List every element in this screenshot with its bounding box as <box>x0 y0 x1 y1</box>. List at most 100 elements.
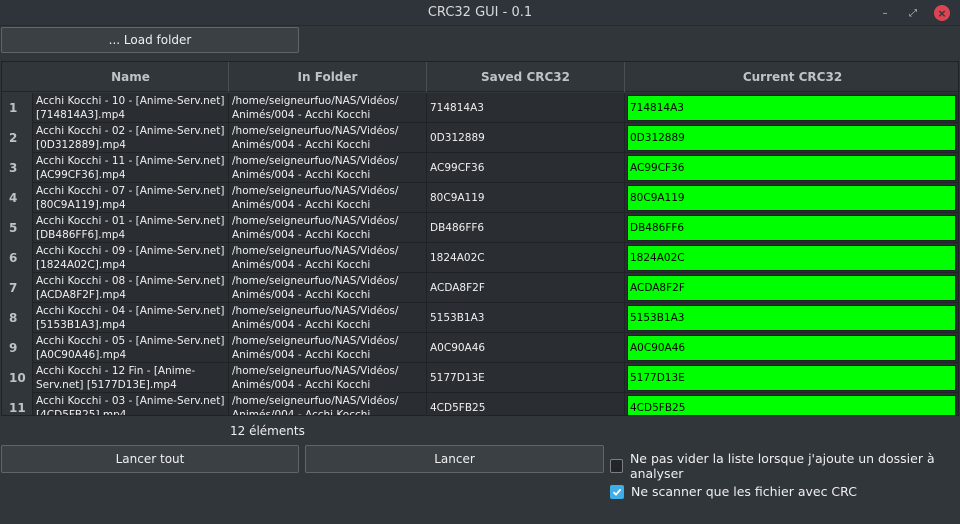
file-name-cell[interactable]: Acchi Kocchi - 10 - [Anime-Serv.net] [71… <box>33 93 229 123</box>
row-number: 11 <box>2 393 33 415</box>
folder-cell[interactable]: /home/seigneurfuo/NAS/Vidéos/ Animés/004… <box>229 183 427 213</box>
current-crc-cell[interactable]: A0C90A46 <box>625 333 958 363</box>
row-number: 7 <box>2 273 33 303</box>
saved-crc-cell[interactable]: AC99CF36 <box>427 153 625 183</box>
crc-match-indicator: 5177D13E <box>627 365 956 391</box>
saved-crc-cell[interactable]: A0C90A46 <box>427 333 625 363</box>
saved-crc-cell[interactable]: 1824A02C <box>427 243 625 273</box>
current-crc-cell[interactable]: 80C9A119 <box>625 183 958 213</box>
table-body: 1 Acchi Kocchi - 10 - [Anime-Serv.net] [7… <box>2 93 958 415</box>
folder-cell[interactable]: /home/seigneurfuo/NAS/Vidéos/ Animés/004… <box>229 303 427 333</box>
folder-cell[interactable]: /home/seigneurfuo/NAS/Vidéos/ Animés/004… <box>229 213 427 243</box>
keep-list-label: Ne pas vider la liste lorsque j'ajoute u… <box>629 451 935 481</box>
table-row[interactable]: 9 Acchi Kocchi - 05 - [Anime-Serv.net] [A… <box>2 333 958 363</box>
crc-match-indicator: 0D312889 <box>627 125 956 151</box>
folder-cell[interactable]: /home/seigneurfuo/NAS/Vidéos/ Animés/004… <box>229 273 427 303</box>
close-icon[interactable]: × <box>934 5 950 21</box>
table-row[interactable]: 1 Acchi Kocchi - 10 - [Anime-Serv.net] [7… <box>2 93 958 123</box>
table-row[interactable]: 10 Acchi Kocchi - 12 Fin - [Anime-Serv.ne… <box>2 363 958 393</box>
current-crc-cell[interactable]: 0D312889 <box>625 123 958 153</box>
only-crc-checkbox[interactable] <box>610 484 624 499</box>
table-header: Name In Folder Saved CRC32 Current CRC32 <box>2 62 958 92</box>
file-name-cell[interactable]: Acchi Kocchi - 04 - [Anime-Serv.net] [51… <box>33 303 229 333</box>
table-row[interactable]: 7 Acchi Kocchi - 08 - [Anime-Serv.net] [A… <box>2 273 958 303</box>
files-table[interactable]: Name In Folder Saved CRC32 Current CRC32… <box>1 61 959 416</box>
folder-cell[interactable]: /home/seigneurfuo/NAS/Vidéos/ Animés/004… <box>229 93 427 123</box>
row-number: 3 <box>2 153 33 183</box>
folder-cell[interactable]: /home/seigneurfuo/NAS/Vidéos/ Animés/004… <box>229 393 427 415</box>
window-title: CRC32 GUI - 0.1 <box>427 5 533 20</box>
row-number: 4 <box>2 183 33 213</box>
only-crc-option[interactable]: Ne scanner que les fichier avec CRC <box>610 484 857 499</box>
folder-cell[interactable]: /home/seigneurfuo/NAS/Vidéos/ Animés/004… <box>229 153 427 183</box>
table-row[interactable]: 3 Acchi Kocchi - 11 - [Anime-Serv.net] [A… <box>2 153 958 183</box>
current-crc-cell[interactable]: AC99CF36 <box>625 153 958 183</box>
current-crc-cell[interactable]: ACDA8F2F <box>625 273 958 303</box>
checkmark-icon <box>612 488 622 496</box>
crc-match-indicator: AC99CF36 <box>627 155 956 181</box>
row-number: 2 <box>2 123 33 153</box>
row-number: 1 <box>2 93 33 123</box>
table-row[interactable]: 8 Acchi Kocchi - 04 - [Anime-Serv.net] [5… <box>2 303 958 333</box>
minimize-icon[interactable]: – <box>877 5 893 21</box>
crc-match-indicator: A0C90A46 <box>627 335 956 361</box>
saved-crc-cell[interactable]: 5177D13E <box>427 363 625 393</box>
saved-crc-cell[interactable]: 714814A3 <box>427 93 625 123</box>
folder-cell[interactable]: /home/seigneurfuo/NAS/Vidéos/ Animés/004… <box>229 363 427 393</box>
current-crc-cell[interactable]: DB486FF6 <box>625 213 958 243</box>
file-name-cell[interactable]: Acchi Kocchi - 02 - [Anime-Serv.net] [0D… <box>33 123 229 153</box>
only-crc-label: Ne scanner que les fichier avec CRC <box>631 484 857 499</box>
saved-crc-cell[interactable]: ACDA8F2F <box>427 273 625 303</box>
column-header-current-crc[interactable]: Current CRC32 <box>625 62 958 92</box>
saved-crc-cell[interactable]: DB486FF6 <box>427 213 625 243</box>
saved-crc-cell[interactable]: 4CD5FB25 <box>427 393 625 415</box>
file-name-cell[interactable]: Acchi Kocchi - 08 - [Anime-Serv.net] [AC… <box>33 273 229 303</box>
crc-match-indicator: 5153B1A3 <box>627 305 956 331</box>
file-name-cell[interactable]: Acchi Kocchi - 12 Fin - [Anime-Serv.net]… <box>33 363 229 393</box>
column-header-folder[interactable]: In Folder <box>229 62 427 92</box>
launch-all-button[interactable]: Lancer tout <box>1 445 299 473</box>
file-name-cell[interactable]: Acchi Kocchi - 11 - [Anime-Serv.net] [AC… <box>33 153 229 183</box>
table-row[interactable]: 5 Acchi Kocchi - 01 - [Anime-Serv.net] [D… <box>2 213 958 243</box>
file-name-cell[interactable]: Acchi Kocchi - 05 - [Anime-Serv.net] [A0… <box>33 333 229 363</box>
crc-match-indicator: DB486FF6 <box>627 215 956 241</box>
row-number: 5 <box>2 213 33 243</box>
row-number: 6 <box>2 243 33 273</box>
current-crc-cell[interactable]: 4CD5FB25 <box>625 393 958 415</box>
crc-match-indicator: 80C9A119 <box>627 185 956 211</box>
keep-list-option[interactable]: Ne pas vider la liste lorsque j'ajoute u… <box>610 451 960 481</box>
file-name-cell[interactable]: Acchi Kocchi - 07 - [Anime-Serv.net] [80… <box>33 183 229 213</box>
folder-cell[interactable]: /home/seigneurfuo/NAS/Vidéos/ Animés/004… <box>229 123 427 153</box>
table-row[interactable]: 6 Acchi Kocchi - 09 - [Anime-Serv.net] [1… <box>2 243 958 273</box>
load-folder-button[interactable]: ... Load folder <box>1 27 299 53</box>
column-header-name[interactable]: Name <box>33 62 229 92</box>
current-crc-cell[interactable]: 1824A02C <box>625 243 958 273</box>
table-row[interactable]: 2 Acchi Kocchi - 02 - [Anime-Serv.net] [0… <box>2 123 958 153</box>
crc-match-indicator: ACDA8F2F <box>627 275 956 301</box>
folder-cell[interactable]: /home/seigneurfuo/NAS/Vidéos/ Animés/004… <box>229 333 427 363</box>
title-bar: CRC32 GUI - 0.1 – ⤢ × <box>0 0 960 26</box>
file-name-cell[interactable]: Acchi Kocchi - 01 - [Anime-Serv.net] [DB… <box>33 213 229 243</box>
item-count: 12 éléments <box>230 424 305 438</box>
table-row[interactable]: 4 Acchi Kocchi - 07 - [Anime-Serv.net] [8… <box>2 183 958 213</box>
maximize-icon[interactable]: ⤢ <box>905 5 921 21</box>
crc-match-indicator: 714814A3 <box>627 95 956 121</box>
saved-crc-cell[interactable]: 5153B1A3 <box>427 303 625 333</box>
saved-crc-cell[interactable]: 80C9A119 <box>427 183 625 213</box>
row-number: 8 <box>2 303 33 333</box>
current-crc-cell[interactable]: 5177D13E <box>625 363 958 393</box>
row-number: 10 <box>2 363 33 393</box>
crc-match-indicator: 1824A02C <box>627 245 956 271</box>
keep-list-checkbox[interactable] <box>610 459 623 473</box>
current-crc-cell[interactable]: 714814A3 <box>625 93 958 123</box>
folder-cell[interactable]: /home/seigneurfuo/NAS/Vidéos/ Animés/004… <box>229 243 427 273</box>
current-crc-cell[interactable]: 5153B1A3 <box>625 303 958 333</box>
file-name-cell[interactable]: Acchi Kocchi - 09 - [Anime-Serv.net] [18… <box>33 243 229 273</box>
file-name-cell[interactable]: Acchi Kocchi - 03 - [Anime-Serv.net] [4C… <box>33 393 229 415</box>
launch-button[interactable]: Lancer <box>305 445 604 473</box>
table-row[interactable]: 11 Acchi Kocchi - 03 - [Anime-Serv.net] [… <box>2 393 958 415</box>
column-header-saved-crc[interactable]: Saved CRC32 <box>427 62 625 92</box>
crc-match-indicator: 4CD5FB25 <box>627 395 956 415</box>
row-number: 9 <box>2 333 33 363</box>
saved-crc-cell[interactable]: 0D312889 <box>427 123 625 153</box>
